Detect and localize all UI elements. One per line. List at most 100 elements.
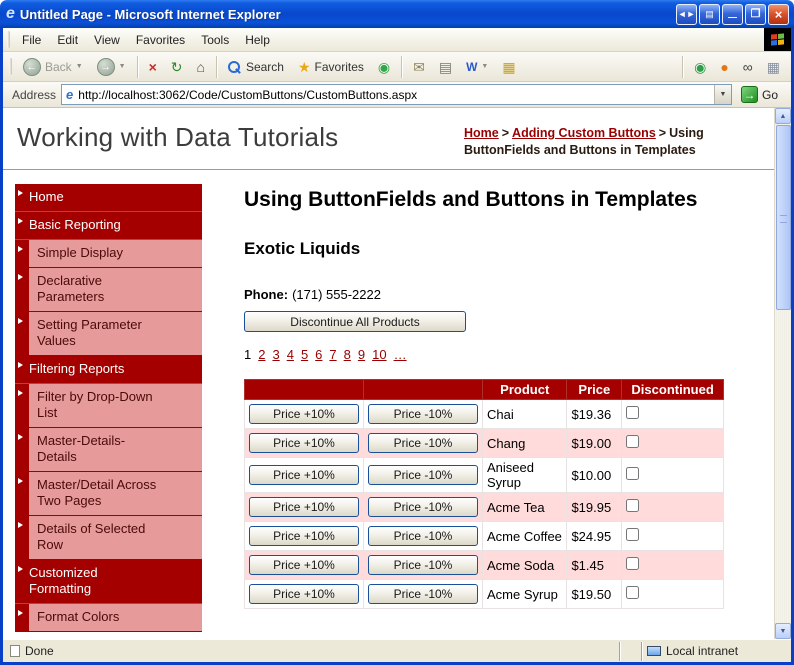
sidebar-item-format-colors[interactable]: Format Colors xyxy=(18,604,202,631)
sidebar-item-setting-parameter-values[interactable]: Setting Parameter Values xyxy=(18,312,202,355)
extension-button-3[interactable]: ∞ xyxy=(736,56,760,78)
address-url[interactable]: http://localhost:3062/Code/CustomButtons… xyxy=(78,88,714,102)
vertical-scrollbar[interactable]: ▲ ▼ xyxy=(774,108,791,639)
price-down-button[interactable]: Price -10% xyxy=(368,465,478,485)
refresh-button[interactable]: ↻ xyxy=(164,56,190,78)
discontinue-all-button[interactable]: Discontinue All Products xyxy=(244,311,466,332)
search-label: Search xyxy=(245,59,284,74)
pager-page-5[interactable]: 5 xyxy=(301,347,308,362)
forward-button[interactable]: → ▼ xyxy=(90,54,133,80)
product-name-cell: Acme Syrup xyxy=(481,579,568,609)
pager-page-8[interactable]: 8 xyxy=(344,347,351,362)
sidebar-item-filter-by-drop-down-list[interactable]: Filter by Drop-Down List xyxy=(18,384,202,427)
pager-page-6[interactable]: 6 xyxy=(315,347,322,362)
address-input[interactable]: e http://localhost:3062/Code/CustomButto… xyxy=(61,84,732,105)
window-nav-pair-button[interactable]: ◄► xyxy=(676,3,697,25)
security-zone-text: Local intranet xyxy=(666,644,739,658)
back-button[interactable]: ← Back ▼ xyxy=(16,54,90,80)
window-extra-button[interactable]: ▤ xyxy=(699,3,720,25)
price-up-button[interactable]: Price +10% xyxy=(249,526,359,546)
discontinued-checkbox[interactable] xyxy=(626,499,640,512)
price-cell: $19.50 xyxy=(566,579,623,609)
discontinued-checkbox[interactable] xyxy=(626,586,640,599)
price-down-button[interactable]: Price -10% xyxy=(368,433,478,453)
go-arrow-icon: → xyxy=(740,86,758,103)
favorites-button[interactable]: ★ Favorites xyxy=(291,56,371,78)
restore-icon: ❐ xyxy=(750,7,761,20)
breadcrumb-link-adding-custom-buttons[interactable]: Adding Custom Buttons xyxy=(512,126,656,140)
breadcrumb-separator: > xyxy=(501,126,510,140)
grid-icon: ▦ xyxy=(766,58,780,75)
sidebar-item-master-detail-across-two-pages[interactable]: Master/Detail Across Two Pages xyxy=(18,472,202,515)
product-row: Price +10% Price -10% Acme Soda $1.45 xyxy=(244,550,724,580)
print-button[interactable]: ▤ xyxy=(432,56,459,78)
titlebar[interactable]: e Untitled Page - Microsoft Internet Exp… xyxy=(0,0,794,28)
pager-page-4[interactable]: 4 xyxy=(287,347,294,362)
sidebar-nav: Home Basic Reporting Simple Display Decl… xyxy=(15,184,202,632)
main-content: Using ButtonFields and Buttons in Templa… xyxy=(244,184,724,639)
sidebar-item-filtering-reports[interactable]: Filtering Reports xyxy=(15,356,202,384)
go-button[interactable]: → Go xyxy=(737,83,786,106)
menu-view[interactable]: View xyxy=(86,29,128,51)
print-icon: ▤ xyxy=(438,58,453,75)
sidebar-item-customized-formatting[interactable]: Customized Formatting xyxy=(15,560,202,604)
price-up-button[interactable]: Price +10% xyxy=(249,433,359,453)
pager-page-9[interactable]: 9 xyxy=(358,347,365,362)
scroll-down-button[interactable]: ▼ xyxy=(775,623,791,639)
price-up-button[interactable]: Price +10% xyxy=(249,497,359,517)
menu-help[interactable]: Help xyxy=(237,29,278,51)
close-button[interactable]: × xyxy=(768,3,789,25)
scroll-up-button[interactable]: ▲ xyxy=(775,108,791,124)
menubar-grip[interactable] xyxy=(7,31,10,48)
edit-button[interactable]: W ▼ xyxy=(459,57,495,77)
price-up-button[interactable]: Price +10% xyxy=(249,404,359,424)
restore-button[interactable]: ❐ xyxy=(745,3,766,25)
search-button[interactable]: Search xyxy=(221,56,291,78)
price-up-button[interactable]: Price +10% xyxy=(249,465,359,485)
price-up-button[interactable]: Price +10% xyxy=(249,584,359,604)
discontinued-checkbox[interactable] xyxy=(626,435,640,448)
discontinued-checkbox[interactable] xyxy=(626,557,640,570)
sidebar-item-details-of-selected-row[interactable]: Details of Selected Row xyxy=(18,516,202,559)
price-down-button[interactable]: Price -10% xyxy=(368,584,478,604)
discuss-button[interactable]: ▦ xyxy=(495,56,522,78)
price-down-button[interactable]: Price -10% xyxy=(368,526,478,546)
breadcrumb-link-home[interactable]: Home xyxy=(464,126,499,140)
favorites-label: Favorites xyxy=(314,59,364,74)
intranet-icon xyxy=(647,646,661,656)
extension-button-1[interactable]: ◉ xyxy=(687,56,713,78)
scrollbar-thumb[interactable] xyxy=(775,125,791,310)
discontinued-checkbox[interactable] xyxy=(626,528,640,541)
extension-button-2[interactable]: ● xyxy=(713,56,735,78)
price-down-button[interactable]: Price -10% xyxy=(368,497,478,517)
address-label: Address xyxy=(12,87,57,102)
toolbar-grip[interactable] xyxy=(9,58,12,75)
sidebar-item-simple-display[interactable]: Simple Display xyxy=(18,240,202,267)
menu-file[interactable]: File xyxy=(14,29,49,51)
pager-page-3[interactable]: 3 xyxy=(272,347,279,362)
minimize-button[interactable]: — xyxy=(722,3,743,25)
pager-page-2[interactable]: 2 xyxy=(258,347,265,362)
media-button[interactable]: ◉ xyxy=(371,56,397,78)
discontinued-checkbox[interactable] xyxy=(626,406,640,419)
mail-button[interactable]: ✉ xyxy=(406,56,432,78)
menu-favorites[interactable]: Favorites xyxy=(128,29,193,51)
pager-page-7[interactable]: 7 xyxy=(329,347,336,362)
sidebar-item-master-details-details[interactable]: Master-Details-Details xyxy=(18,428,202,471)
browser-window: e Untitled Page - Microsoft Internet Exp… xyxy=(0,0,794,665)
price-down-button[interactable]: Price -10% xyxy=(368,555,478,575)
menu-edit[interactable]: Edit xyxy=(49,29,86,51)
price-up-button[interactable]: Price +10% xyxy=(249,555,359,575)
price-down-button[interactable]: Price -10% xyxy=(368,404,478,424)
pager-page-10[interactable]: 10 xyxy=(372,347,386,362)
address-dropdown-button[interactable]: ▼ xyxy=(713,85,731,104)
sidebar-item-declarative-parameters[interactable]: Declarative Parameters xyxy=(18,268,202,311)
sidebar-item-home[interactable]: Home xyxy=(15,184,202,212)
stop-button[interactable]: × xyxy=(142,56,164,78)
sidebar-item-basic-reporting[interactable]: Basic Reporting xyxy=(15,212,202,240)
discontinued-checkbox[interactable] xyxy=(626,467,640,480)
home-button[interactable]: ⌂ xyxy=(189,56,211,78)
extension-button-4[interactable]: ▦ xyxy=(760,56,787,78)
menu-tools[interactable]: Tools xyxy=(193,29,237,51)
pager-ellipsis[interactable]: … xyxy=(394,347,407,362)
